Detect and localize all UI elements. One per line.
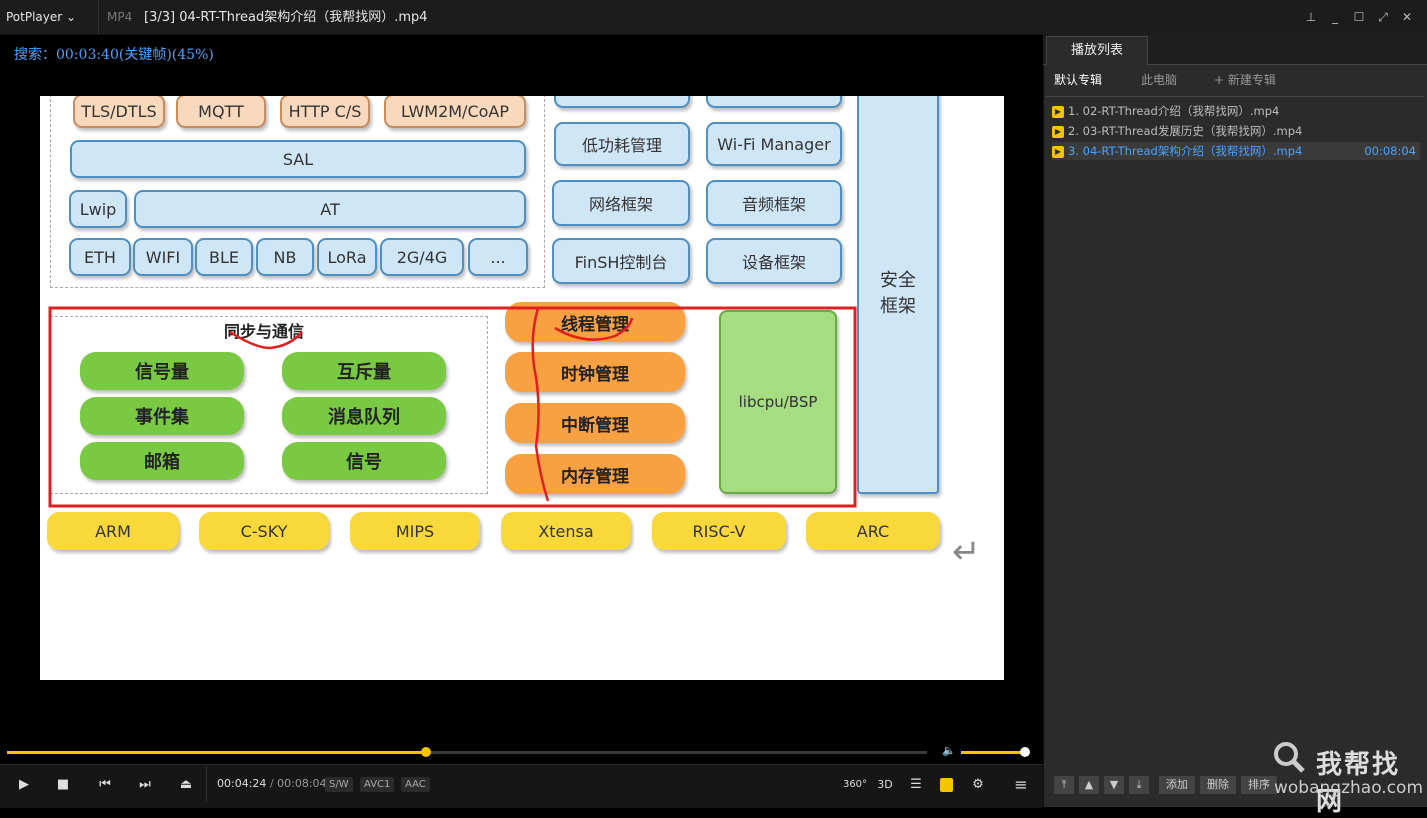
move-bottom-icon[interactable]: ⤓ <box>1129 776 1149 794</box>
play-icon[interactable]: ▶ <box>13 776 35 794</box>
video-frame[interactable]: TLS/DTLS MQTT HTTP C/S LWM2M/CoAP SAL Lw… <box>40 96 1004 680</box>
video-file-icon: ▶ <box>1052 145 1064 158</box>
speaker-icon[interactable]: 🔈 <box>942 744 956 757</box>
magnifier-icon <box>1272 740 1306 774</box>
current-time: 00:04:24 <box>217 777 267 790</box>
fullscreen-button[interactable]: ⤢ <box>1374 8 1392 26</box>
maximize-button[interactable]: ☐ <box>1350 8 1368 26</box>
arch-box: ARC <box>806 512 940 550</box>
gear-icon[interactable]: ⚙ <box>967 776 989 794</box>
move-down-icon[interactable]: ▼ <box>1104 776 1124 794</box>
sort-button[interactable]: 排序 <box>1241 776 1277 794</box>
arch-box: RISC-V <box>652 512 786 550</box>
playlist-item-label: 3. 04-RT-Thread架构介绍（我帮找网）.mp4 <box>1068 144 1303 158</box>
stop-icon[interactable]: ■ <box>52 776 74 794</box>
tab-this-pc[interactable]: 此电脑 <box>1141 72 1177 88</box>
previous-icon[interactable]: ⏮ <box>94 776 116 794</box>
playlist-item-label: 2. 03-RT-Thread发展历史（我帮找网）.mp4 <box>1068 124 1303 138</box>
arch-box: C-SKY <box>199 512 329 550</box>
playlist-item-label: 1. 02-RT-Thread介绍（我帮找网）.mp4 <box>1068 104 1280 118</box>
add-button[interactable]: 添加 <box>1159 776 1195 794</box>
app-name: PotPlayer <box>6 10 63 24</box>
seek-bar[interactable] <box>7 747 927 757</box>
chevron-down-icon: ⌄ <box>66 10 77 24</box>
return-icon: ↵ <box>952 532 981 572</box>
move-up-icon[interactable]: ▲ <box>1079 776 1099 794</box>
tab-default-album[interactable]: 默认专辑 <box>1054 72 1102 88</box>
video-file-icon: ▶ <box>1052 105 1064 118</box>
pin-icon[interactable]: ⊥ <box>1302 8 1320 26</box>
seek-progress <box>7 751 426 754</box>
playlist-item[interactable]: ▶ 2. 03-RT-Thread发展历史（我帮找网）.mp4 <box>1052 122 1420 140</box>
video-codec-tag[interactable]: AVC1 <box>360 777 395 792</box>
time-separator: / <box>269 777 274 790</box>
arch-box: ARM <box>47 512 179 550</box>
eject-icon[interactable]: ⏏ <box>175 776 197 794</box>
volume-bar[interactable] <box>961 751 1025 754</box>
video-file-icon: ▶ <box>1052 125 1064 138</box>
vr-360-button[interactable]: 360° <box>842 776 868 794</box>
playlist-item-active[interactable]: ▶ 3. 04-RT-Thread架构介绍（我帮找网）.mp4 00:08:04 <box>1052 142 1420 160</box>
osd-seek-text: 搜索：00:03:40(关键帧)(45%) <box>14 47 214 63</box>
next-icon[interactable]: ⏭ <box>134 776 156 794</box>
move-top-icon[interactable]: ⤒ <box>1054 776 1074 794</box>
subtitle-icon[interactable] <box>940 778 953 792</box>
playlist-item-duration: 00:08:04 <box>1364 144 1416 158</box>
decoder-tag[interactable]: S/W <box>325 777 353 792</box>
divider <box>206 766 207 802</box>
playlist-item[interactable]: ▶ 1. 02-RT-Thread介绍（我帮找网）.mp4 <box>1052 102 1420 120</box>
seek-handle[interactable] <box>420 747 431 757</box>
arch-box: Xtensa <box>501 512 631 550</box>
app-menu-button[interactable]: PotPlayer ⌄ <box>6 0 76 34</box>
menu-icon[interactable]: ≡ <box>1010 776 1032 794</box>
close-button[interactable]: ✕ <box>1398 8 1416 26</box>
annotation-overlay <box>48 306 857 508</box>
audio-codec-tag[interactable]: AAC <box>401 777 430 792</box>
tab-new-album[interactable]: + 新建专辑 <box>1214 72 1276 88</box>
window-title: [3/3] 04-RT-Thread架构介绍（我帮找网）.mp4 <box>144 10 428 25</box>
time-display: 00:04:24 / 00:08:04 <box>217 777 327 790</box>
total-time: 00:08:04 <box>277 777 327 790</box>
3d-button[interactable]: 3D <box>874 776 896 794</box>
arch-box: MIPS <box>350 512 480 550</box>
tab-playlist[interactable]: 播放列表 <box>1046 36 1148 65</box>
format-label: MP4 <box>98 0 132 34</box>
playlist-search-icon[interactable]: ☰ <box>905 776 927 794</box>
divider <box>1046 96 1424 97</box>
volume-handle[interactable] <box>1020 747 1030 757</box>
watermark-url: wobangzhao.com <box>1274 778 1424 798</box>
minimize-button[interactable]: _ <box>1326 8 1344 26</box>
delete-button[interactable]: 删除 <box>1200 776 1236 794</box>
